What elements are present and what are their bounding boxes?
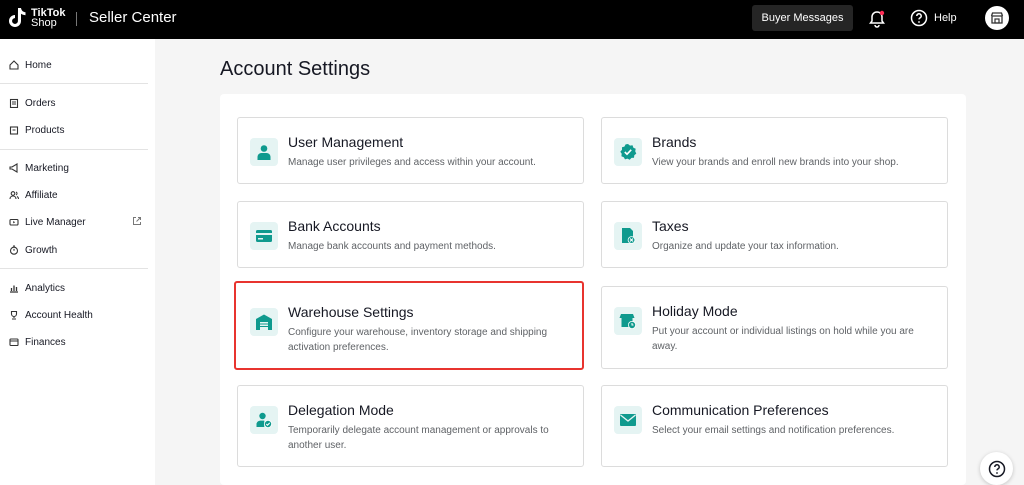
card-title: Bank Accounts [288, 218, 381, 234]
card-holiday-mode[interactable]: Holiday Mode Put your account or individ… [601, 286, 948, 369]
card-title: User Management [288, 134, 404, 150]
notification-dot [879, 10, 885, 16]
sidebar-item-finances[interactable]: Finances [0, 331, 155, 353]
sidebar-item-label: Home [25, 59, 52, 71]
sidebar-item-marketing[interactable]: Marketing [0, 157, 155, 179]
home-icon [9, 60, 19, 70]
page-title: Account Settings [220, 58, 371, 80]
sidebar-item-label: Products [25, 124, 65, 136]
store-icon [990, 12, 1004, 24]
warehouse-icon [250, 308, 278, 336]
help-circle-icon[interactable] [910, 9, 928, 27]
card-title: Brands [652, 134, 697, 150]
tiktok-logo-icon [9, 8, 26, 27]
sidebar-divider [0, 268, 148, 269]
card-title: Delegation Mode [288, 402, 394, 418]
bar-chart-icon [10, 285, 18, 293]
card-description: Temporarily delegate account management … [288, 425, 549, 451]
sidebar-item-label: Finances [25, 336, 66, 348]
sidebar-item-label: Account Health [25, 309, 93, 321]
sidebar-item-orders[interactable]: Orders [0, 92, 155, 114]
card-user-management[interactable]: User Management Manage user privileges a… [237, 117, 584, 184]
sidebar-item-label: Affiliate [25, 189, 58, 201]
card-taxes[interactable]: Taxes Organize and update your tax infor… [601, 201, 948, 268]
box-icon [9, 126, 19, 135]
sidebar-item-label: Orders [25, 97, 56, 109]
sidebar-item-label: Marketing [25, 162, 69, 174]
user-check-icon [250, 406, 278, 434]
card-description: Select your email settings and notificat… [652, 425, 895, 436]
top-bar: TikTok Shop Seller Center Buyer Messages… [0, 0, 1024, 39]
sidebar-item-analytics[interactable]: Analytics [0, 277, 155, 299]
card-warehouse-settings[interactable]: Warehouse Settings Configure your wareho… [234, 281, 584, 370]
floating-help-button[interactable] [980, 452, 1013, 485]
users-icon [9, 191, 19, 200]
card-description: Put your account or individual listings … [652, 326, 914, 352]
external-link-icon[interactable] [132, 216, 142, 226]
card-delegation-mode[interactable]: Delegation Mode Temporarily delegate acc… [237, 385, 584, 467]
card-icon [250, 222, 278, 250]
sidebar-item-label: Analytics [25, 282, 66, 294]
card-communication-preferences[interactable]: Communication Preferences Select your em… [601, 385, 948, 467]
logo-line2: Shop [31, 17, 57, 29]
store-clock-icon [614, 307, 642, 335]
help-circle-icon [988, 460, 1005, 477]
card-description: Manage user privileges and access within… [288, 157, 536, 168]
bell-icon[interactable] [867, 9, 887, 29]
card-title: Taxes [652, 218, 689, 234]
card-bank-accounts[interactable]: Bank Accounts Manage bank accounts and p… [237, 201, 584, 268]
shop-avatar[interactable] [985, 6, 1009, 30]
user-icon [250, 138, 278, 166]
card-description: Manage bank accounts and payment methods… [288, 241, 496, 252]
logo-divider [76, 12, 77, 26]
envelope-icon [614, 406, 642, 434]
sidebar-item-live-manager[interactable]: Live Manager [0, 211, 155, 233]
card-title: Holiday Mode [652, 303, 738, 319]
sidebar-item-products[interactable]: Products [0, 119, 155, 141]
sidebar-item-account-health[interactable]: Account Health [0, 304, 155, 326]
buyer-messages-button[interactable]: Buyer Messages [752, 5, 853, 31]
sidebar-item-home[interactable]: Home [0, 54, 155, 76]
clipboard-icon [9, 98, 19, 108]
sidebar-item-growth[interactable]: Growth [0, 239, 155, 261]
verified-badge-icon [614, 138, 642, 166]
card-description: View your brands and enroll new brands i… [652, 157, 899, 168]
sidebar-divider [0, 149, 148, 150]
sidebar-item-label: Live Manager [25, 216, 86, 228]
card-title: Communication Preferences [652, 402, 829, 418]
card-description: Configure your warehouse, inventory stor… [288, 327, 548, 353]
app-title: Seller Center [89, 9, 177, 26]
card-brands[interactable]: Brands View your brands and enroll new b… [601, 117, 948, 184]
video-icon [9, 218, 19, 226]
sidebar-item-label: Growth [25, 244, 58, 256]
sidebar-item-affiliate[interactable]: Affiliate [0, 184, 155, 206]
card-title: Warehouse Settings [288, 304, 414, 320]
megaphone-icon [9, 163, 18, 173]
tax-document-icon [614, 222, 642, 250]
wallet-icon [9, 338, 19, 347]
stopwatch-icon [9, 245, 19, 255]
sidebar-divider [0, 83, 148, 84]
trophy-icon [10, 310, 18, 320]
tiktok-shop-logo[interactable]: TikTok Shop [8, 6, 65, 30]
help-link[interactable]: Help [934, 12, 957, 24]
card-description: Organize and update your tax information… [652, 241, 839, 252]
